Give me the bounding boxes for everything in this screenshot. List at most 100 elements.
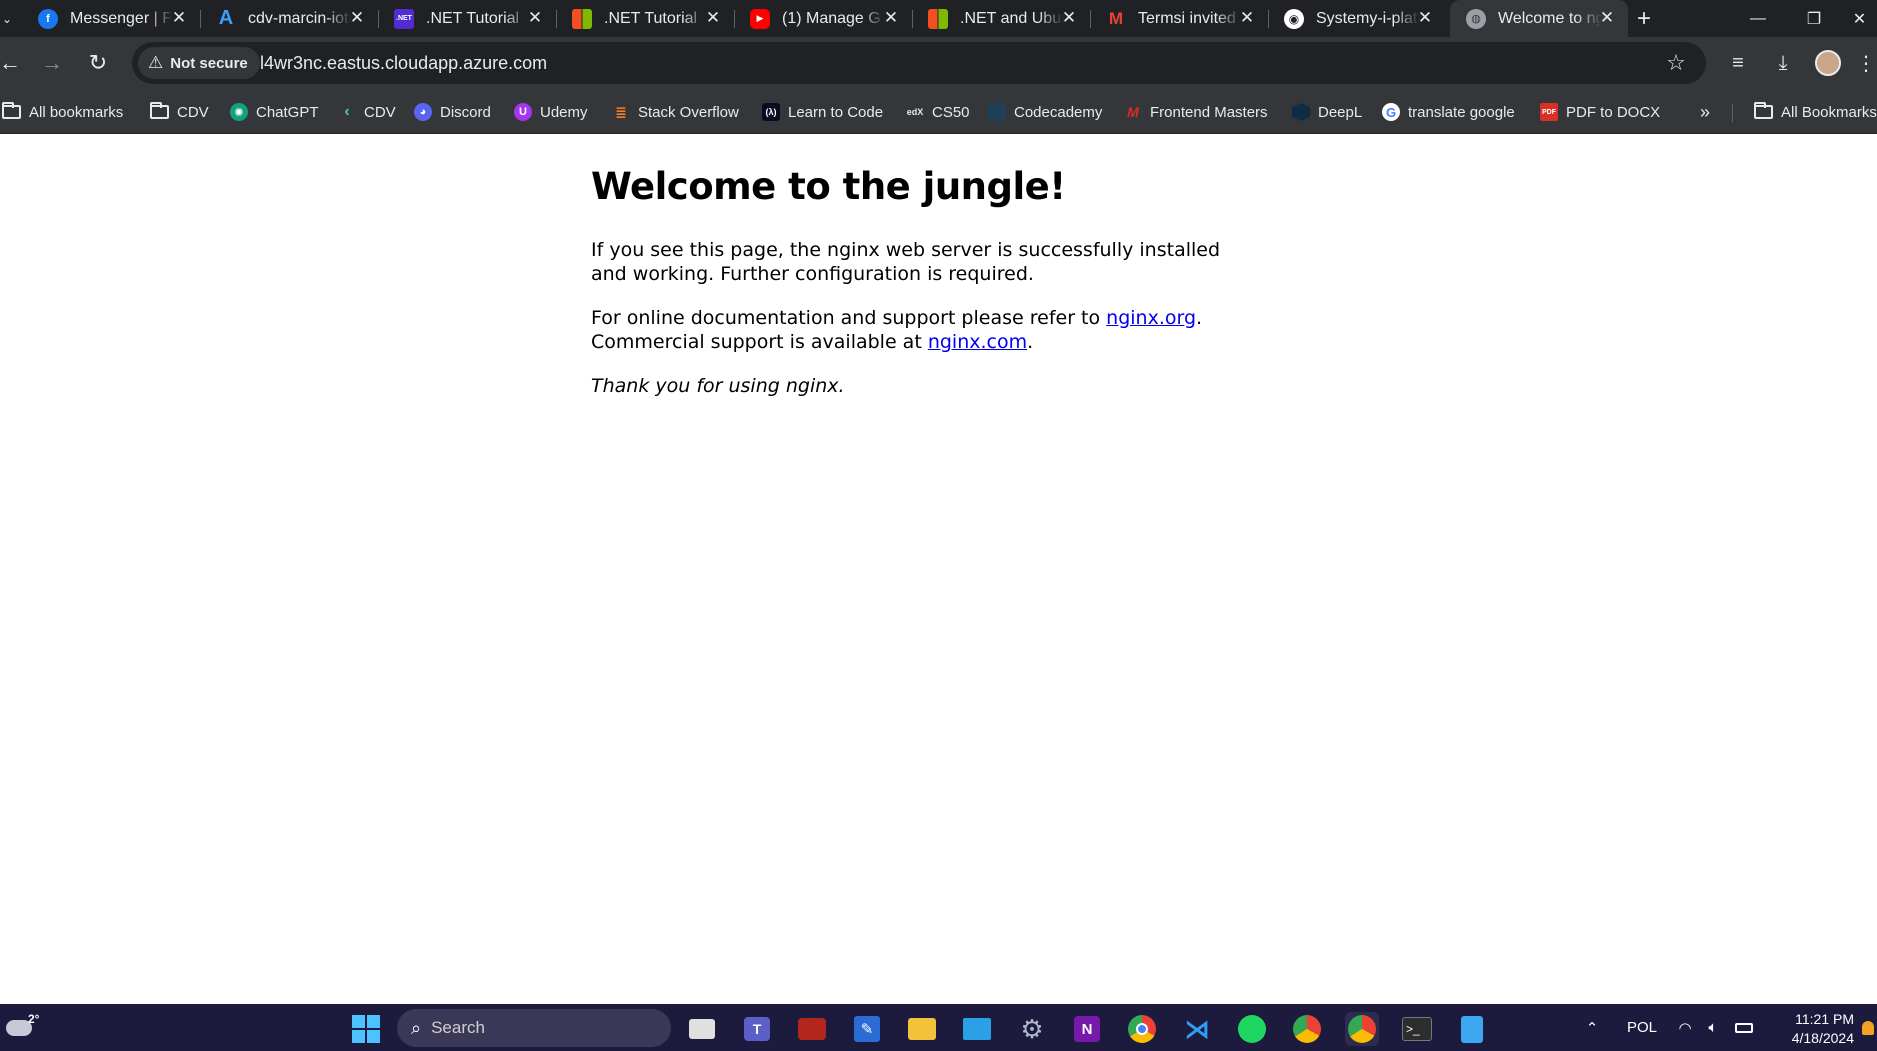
bookmark-pdf-to-docx[interactable]: PDF PDF to DOCX bbox=[1540, 98, 1660, 126]
page-content: Welcome to the jungle! If you see this p… bbox=[591, 164, 1231, 418]
dotnet-icon: .NET bbox=[394, 8, 414, 29]
terminal-app[interactable]: >_ bbox=[1400, 1012, 1434, 1046]
bookmark-all-bookmarks[interactable]: All bookmarks bbox=[2, 98, 123, 126]
settings-app[interactable]: ⚙ bbox=[1015, 1012, 1049, 1046]
bookmarks-bar: All bookmarks CDV ✺ ChatGPT ‹ CDV ◕ Disc… bbox=[0, 90, 1877, 134]
notification-bell-icon[interactable] bbox=[1858, 1004, 1877, 1051]
frontendmasters-icon: M bbox=[1127, 104, 1139, 120]
bookmark-discord[interactable]: ◕ Discord bbox=[414, 98, 491, 126]
close-icon[interactable]: ✕ bbox=[524, 7, 546, 29]
editor-app[interactable]: ✎ bbox=[850, 1012, 884, 1046]
google-icon: G bbox=[1382, 103, 1400, 121]
notepad-app[interactable] bbox=[1455, 1012, 1489, 1046]
bookmarks-overflow-button[interactable]: » bbox=[1694, 98, 1716, 126]
game-app[interactable] bbox=[795, 1012, 829, 1046]
close-icon[interactable]: ✕ bbox=[702, 7, 724, 29]
bookmark-all-bookmarks-right[interactable]: All Bookmarks bbox=[1754, 98, 1877, 126]
back-button[interactable]: ← bbox=[0, 45, 28, 81]
chevron-down-icon: ⌄ bbox=[1, 11, 13, 26]
arrow-left-icon: ← bbox=[0, 50, 21, 75]
facebook-icon: f bbox=[38, 8, 58, 29]
reload-button[interactable]: ↻ bbox=[80, 45, 116, 81]
download-icon[interactable]: ⤓ bbox=[1766, 46, 1800, 80]
menu-icon[interactable]: ⋮ bbox=[1855, 46, 1877, 80]
start-button[interactable] bbox=[349, 1012, 383, 1046]
bookmark-label: PDF to DOCX bbox=[1566, 103, 1661, 121]
tab-dotnet-ubuntu[interactable]: .NET and Ubuntu ✕ bbox=[912, 0, 1091, 37]
close-icon[interactable]: ✕ bbox=[1236, 7, 1258, 29]
bookmark-cs50[interactable]: edX CS50 bbox=[906, 98, 970, 126]
bookmark-label: Learn to Code bbox=[788, 103, 884, 121]
file-explorer-app[interactable] bbox=[905, 1012, 939, 1046]
battery-icon[interactable] bbox=[1732, 1004, 1756, 1051]
bookmark-star-icon[interactable]: ☆ bbox=[1662, 49, 1690, 77]
wifi-icon[interactable]: ◠ bbox=[1674, 1004, 1696, 1051]
security-indicator[interactable]: ⚠ Not secure bbox=[138, 47, 260, 79]
tab-dotnet-tutorial[interactable]: .NET .NET Tutorial ✕ bbox=[378, 0, 557, 37]
tab-dotnet-tutorial-ms[interactable]: .NET Tutorial ✕ bbox=[556, 0, 735, 37]
tab-search-menu[interactable]: ⌄ bbox=[0, 0, 14, 37]
chrome-icon bbox=[1293, 1015, 1321, 1043]
close-icon[interactable]: ✕ bbox=[1414, 7, 1436, 29]
tab-azure[interactable]: A cdv-marcin-iotmonitor ✕ bbox=[200, 0, 379, 37]
reload-icon: ↻ bbox=[88, 50, 108, 75]
language-indicator[interactable]: POL bbox=[1622, 1004, 1662, 1051]
media-control-icon[interactable]: ≡ bbox=[1721, 46, 1755, 80]
spotify-app[interactable] bbox=[1235, 1012, 1269, 1046]
bookmark-cdv-folder[interactable]: CDV bbox=[150, 98, 209, 126]
tab-youtube[interactable]: ▶ (1) Manage G ✕ bbox=[734, 0, 913, 37]
bookmark-learn-to-code[interactable]: (λ) Learn to Code bbox=[762, 98, 883, 126]
udemy-icon: U bbox=[514, 103, 532, 121]
bookmark-frontend-masters[interactable]: M Frontend Masters bbox=[1124, 98, 1267, 126]
monitor-icon bbox=[963, 1018, 991, 1040]
onenote-app[interactable]: N bbox=[1070, 1012, 1104, 1046]
clock[interactable]: 11:21 PM 4/18/2024 bbox=[1764, 1010, 1854, 1048]
restore-button[interactable]: ❐ bbox=[1786, 0, 1842, 37]
tab-gmail[interactable]: M Termsi invited ✕ bbox=[1090, 0, 1269, 37]
tab-welcome-nginx[interactable]: ◍ Welcome to nginx! ✕ bbox=[1450, 0, 1628, 37]
url-text[interactable]: l4wr3nc.eastus.cloudapp.azure.com bbox=[260, 42, 547, 84]
nginx-com-link[interactable]: nginx.com bbox=[928, 331, 1027, 353]
profile-avatar[interactable] bbox=[1811, 46, 1845, 80]
close-icon[interactable]: ✕ bbox=[346, 7, 368, 29]
tab-label: Messenger | Facebook bbox=[70, 9, 174, 27]
bookmark-codecademy[interactable]: Codecademy bbox=[988, 98, 1102, 126]
forward-button[interactable]: → bbox=[34, 45, 70, 81]
task-view-button[interactable] bbox=[685, 1012, 719, 1046]
close-icon[interactable]: ✕ bbox=[880, 7, 902, 29]
globe-icon: ◍ bbox=[1466, 8, 1486, 29]
minimize-button[interactable]: — bbox=[1730, 0, 1786, 37]
avatar bbox=[1815, 50, 1841, 76]
remote-desktop-app[interactable] bbox=[960, 1012, 994, 1046]
microsoft-icon bbox=[572, 8, 592, 29]
bookmark-cdv[interactable]: ‹ CDV bbox=[338, 98, 395, 126]
bookmark-label: CDV bbox=[177, 103, 209, 121]
bookmark-stack-overflow[interactable]: ≣ Stack Overflow bbox=[612, 98, 739, 126]
bookmark-udemy[interactable]: U Udemy bbox=[514, 98, 588, 126]
deepl-icon bbox=[1292, 103, 1310, 121]
tab-label: .NET and Ubuntu bbox=[960, 9, 1064, 27]
stackoverflow-icon: ≣ bbox=[615, 103, 627, 120]
close-icon[interactable]: ✕ bbox=[1058, 7, 1080, 29]
address-bar[interactable]: ⚠ Not secure l4wr3nc.eastus.cloudapp.azu… bbox=[132, 42, 1706, 84]
tray-overflow-button[interactable]: ⌃ bbox=[1580, 1004, 1604, 1051]
teams-app[interactable]: T bbox=[740, 1012, 774, 1046]
volume-icon[interactable]: 🔈︎ bbox=[1702, 1004, 1724, 1051]
tab-github[interactable]: ◉ Systemy-i-platformy ✕ bbox=[1268, 0, 1446, 37]
bookmark-deepl[interactable]: DeepL bbox=[1292, 98, 1362, 126]
close-window-button[interactable]: ✕ bbox=[1842, 0, 1877, 37]
chrome-profile-app[interactable] bbox=[1290, 1012, 1324, 1046]
vscode-app[interactable]: ⋊ bbox=[1180, 1012, 1214, 1046]
close-icon[interactable]: ✕ bbox=[1596, 7, 1618, 29]
weather-widget[interactable]: 2° bbox=[4, 1012, 44, 1046]
bookmark-label: All Bookmarks bbox=[1781, 103, 1877, 121]
chrome-app[interactable] bbox=[1125, 1012, 1159, 1046]
bookmark-translate-google[interactable]: G translate google bbox=[1382, 98, 1515, 126]
chrome-active-app[interactable] bbox=[1345, 1012, 1379, 1046]
bookmark-chatgpt[interactable]: ✺ ChatGPT bbox=[230, 98, 319, 126]
tab-messenger[interactable]: f Messenger | Facebook ✕ bbox=[22, 0, 201, 37]
taskbar-search[interactable]: ⌕ Search bbox=[397, 1009, 671, 1047]
new-tab-button[interactable]: + bbox=[1632, 0, 1656, 37]
close-icon[interactable]: ✕ bbox=[168, 7, 190, 29]
nginx-org-link[interactable]: nginx.org bbox=[1106, 307, 1196, 329]
